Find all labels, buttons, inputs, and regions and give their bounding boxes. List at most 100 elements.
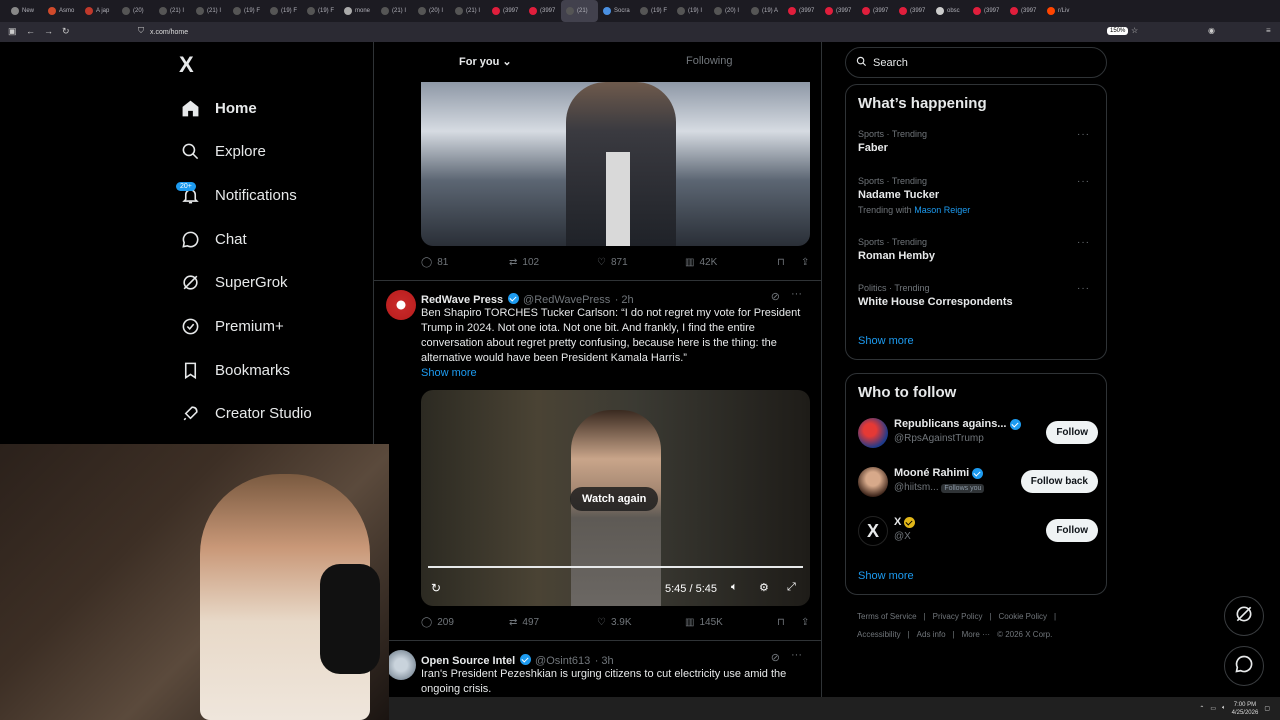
search-input[interactable]: Search (845, 47, 1107, 78)
osint-avatar[interactable] (386, 650, 416, 680)
follow-button[interactable]: Follow (1046, 519, 1098, 542)
more-icon[interactable]: ··· (1077, 237, 1090, 248)
nav-home[interactable]: Home (180, 96, 257, 120)
watch-again-button[interactable]: Watch again (570, 487, 659, 511)
nav-bookmarks[interactable]: Bookmarks (180, 358, 290, 382)
reply-button[interactable]: ◯ 209 (421, 617, 509, 628)
browser-tab[interactable]: (19) I (672, 0, 709, 22)
browser-tab[interactable]: (19) F (635, 0, 672, 22)
repost-button[interactable]: ⇄ 497 (509, 617, 597, 628)
notifications-icon[interactable]: ▢ (1264, 705, 1270, 712)
browser-tab[interactable]: (21) I (376, 0, 413, 22)
show-more-follow[interactable]: Show more (858, 570, 914, 582)
bookmark-post-button[interactable]: ⊓ (777, 257, 801, 268)
nav-explore[interactable]: Explore (180, 139, 266, 163)
grok-icon[interactable]: ⊘ (771, 290, 780, 303)
more-link[interactable]: More ··· (962, 630, 990, 639)
share-button[interactable]: ⇪ (801, 257, 809, 268)
trend-item[interactable]: Sports · Trending Faber ··· (858, 129, 1098, 154)
ads-info-link[interactable]: Ads info (917, 630, 946, 639)
trend-item[interactable]: Sports · Trending Nadame Tucker Trending… (858, 176, 1098, 215)
more-icon[interactable]: ··· (1077, 129, 1090, 140)
more-icon[interactable]: ··· (1077, 176, 1090, 187)
x-logo[interactable]: X (179, 52, 194, 78)
bookmark-star-icon[interactable]: ☆ (1131, 26, 1138, 35)
post-time[interactable]: · 3h (595, 655, 614, 667)
like-button[interactable]: ♡ 3.9K (597, 617, 685, 628)
messages-fab[interactable] (1224, 646, 1264, 686)
fullscreen-icon[interactable]: ⤢ (787, 581, 796, 594)
volume-icon[interactable]: 🔈︎ (731, 581, 738, 594)
settings-icon[interactable]: ⚙︎ (759, 581, 769, 594)
trend-link[interactable]: Mason Reiger (914, 205, 970, 215)
volume-icon[interactable]: 🔈︎ (1222, 705, 1226, 712)
follow-suggestion[interactable]: X X @X Follow (858, 514, 1098, 548)
post-image[interactable] (421, 82, 810, 246)
reload-icon[interactable]: ↻ (62, 26, 70, 37)
browser-tab[interactable]: Socra (598, 0, 635, 22)
author-handle[interactable]: @Osint613 (535, 655, 590, 667)
follow-button[interactable]: Follow (1046, 421, 1098, 444)
show-more-link[interactable]: Show more (421, 366, 806, 381)
show-more-trends[interactable]: Show more (858, 335, 914, 347)
like-button[interactable]: ♡ 871 (597, 257, 685, 268)
network-icon[interactable]: ▭ (1210, 705, 1216, 712)
follow-suggestion[interactable]: Mooné Rahimi @hiitsm... Follows you Foll… (858, 465, 1098, 499)
site-info-icon[interactable]: ⛉ (138, 26, 144, 36)
repost-button[interactable]: ⇄ 102 (509, 257, 597, 268)
browser-tab[interactable]: r/Liv (1042, 0, 1079, 22)
browser-tab[interactable]: A jap (80, 0, 117, 22)
browser-tab[interactable]: (19) F (228, 0, 265, 22)
account-icon[interactable]: ◉ (1208, 26, 1215, 35)
browser-tab[interactable]: mone (339, 0, 376, 22)
video-player[interactable]: Watch again ↻ 5:45 / 5:45 🔈︎ ⚙︎ ⤢ (421, 390, 810, 606)
zoom-level[interactable]: 150% (1107, 27, 1129, 35)
browser-tab[interactable]: New (6, 0, 43, 22)
clock[interactable]: 7:00 PM 4/25/2026 (1232, 701, 1259, 717)
browser-tab[interactable]: (21) I (154, 0, 191, 22)
privacy-link[interactable]: Privacy Policy (933, 612, 983, 621)
more-icon[interactable]: ··· (1077, 283, 1090, 294)
more-icon[interactable]: ··· (791, 288, 802, 300)
nav-creator-studio[interactable]: Creator Studio (180, 401, 312, 425)
browser-tab[interactable]: (3997 (487, 0, 524, 22)
author-handle[interactable]: @RedWavePress (523, 294, 610, 306)
back-icon[interactable]: ← (26, 26, 35, 36)
browser-tab[interactable]: (3997 (1005, 0, 1042, 22)
grok-icon[interactable]: ⊘ (771, 651, 780, 664)
url-field[interactable]: x.com/home (150, 29, 188, 36)
browser-tab[interactable]: (20) I (709, 0, 746, 22)
browser-tab[interactable]: obsc (931, 0, 968, 22)
browser-tab[interactable]: (21) I (191, 0, 228, 22)
bookmark-post-button[interactable]: ⊓ (777, 617, 801, 628)
views-button[interactable]: ▥ 145K (685, 617, 777, 628)
views-button[interactable]: ▥ 42K (685, 257, 777, 268)
trend-item[interactable]: Politics · Trending White House Correspo… (858, 283, 1098, 308)
author-name[interactable]: Open Source Intel (421, 655, 515, 667)
browser-tab[interactable]: (21) (561, 0, 598, 22)
replay-icon[interactable]: ↻ (431, 581, 441, 595)
reply-button[interactable]: ◯ 81 (421, 257, 509, 268)
browser-tab[interactable]: (3997 (857, 0, 894, 22)
browser-tab[interactable]: (19) F (302, 0, 339, 22)
author-name[interactable]: RedWave Press (421, 294, 503, 306)
browser-tab[interactable]: (21) I (450, 0, 487, 22)
tab-following[interactable]: Following (686, 55, 732, 67)
nav-chat[interactable]: Chat (180, 227, 247, 251)
browser-tab[interactable]: (20) (117, 0, 154, 22)
video-progress-bar[interactable] (428, 566, 803, 568)
browser-tab[interactable]: (3997 (820, 0, 857, 22)
browser-tab[interactable]: (19) F (265, 0, 302, 22)
share-button[interactable]: ⇪ (801, 617, 809, 628)
nav-supergrok[interactable]: SuperGrok (180, 270, 288, 294)
avatar[interactable] (858, 418, 888, 448)
menu-icon[interactable]: ≡ (1266, 26, 1271, 35)
browser-tab[interactable]: (3997 (524, 0, 561, 22)
browser-tab[interactable]: (3997 (783, 0, 820, 22)
browser-tab[interactable]: (19) A (746, 0, 783, 22)
nav-premium[interactable]: Premium+ (180, 314, 284, 338)
cookie-link[interactable]: Cookie Policy (999, 612, 1047, 621)
forward-icon[interactable]: → (44, 26, 53, 36)
browser-tab[interactable]: (3997 (894, 0, 931, 22)
follow-back-button[interactable]: Follow back (1020, 470, 1098, 493)
